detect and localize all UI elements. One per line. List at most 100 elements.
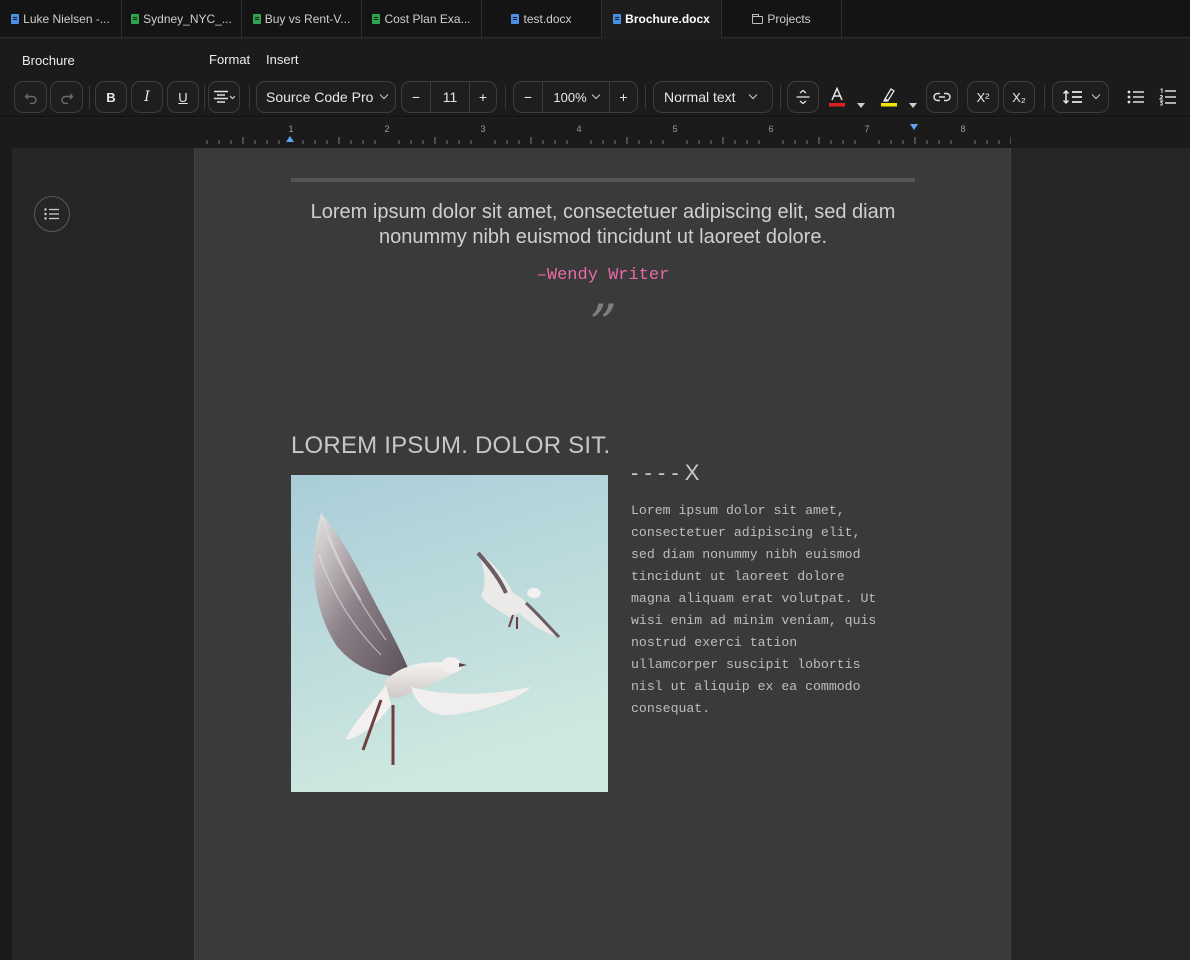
- tab-label: Luke Nielsen -...: [23, 12, 110, 26]
- line-spacing-icon: [1062, 89, 1082, 105]
- italic-button[interactable]: I: [131, 81, 163, 113]
- spreadsheet-icon: [372, 14, 381, 24]
- left-indent-marker[interactable]: [286, 136, 294, 142]
- tab-projects[interactable]: Projects: [722, 0, 842, 38]
- paragraph-style-select[interactable]: Normal text: [653, 81, 773, 113]
- bulleted-list-icon: [1127, 90, 1144, 104]
- horizontal-rule: [291, 178, 915, 182]
- right-indent-marker[interactable]: [910, 124, 918, 130]
- redo-icon: [60, 93, 73, 104]
- strikethrough-button[interactable]: [787, 81, 819, 113]
- menu-format[interactable]: Format: [209, 52, 250, 67]
- menu-bar: Brochure Format Insert: [0, 39, 1190, 77]
- ruler-number: 2: [384, 124, 389, 134]
- numbered-list-button[interactable]: [1153, 81, 1183, 113]
- superscript-button[interactable]: X²: [967, 81, 999, 113]
- bulleted-list-button[interactable]: [1121, 81, 1151, 113]
- zoom-out-button[interactable]: −: [514, 82, 542, 112]
- pull-quote[interactable]: Lorem ipsum dolor sit amet, consectetuer…: [291, 200, 915, 250]
- text-color-button[interactable]: [824, 81, 850, 113]
- toolbar-divider: [204, 85, 205, 109]
- document-title[interactable]: Brochure: [22, 53, 75, 68]
- toolbar-divider: [780, 85, 781, 109]
- line-spacing-select[interactable]: [1052, 81, 1109, 113]
- tab-label: Projects: [767, 12, 811, 26]
- tab-label: Cost Plan Exa...: [384, 12, 471, 26]
- ruler-number: 5: [672, 124, 677, 134]
- font-family-value: Source Code Pro: [266, 89, 374, 105]
- toolbar-divider: [505, 85, 506, 109]
- caret-down-icon: [909, 103, 917, 108]
- highlight-color-dropdown[interactable]: [909, 95, 917, 113]
- tab-test-docx[interactable]: test.docx: [482, 0, 602, 38]
- undo-icon: [24, 93, 37, 104]
- section-heading[interactable]: LOREM IPSUM. DOLOR SIT.: [291, 432, 610, 460]
- insert-link-button[interactable]: [926, 81, 958, 113]
- font-size-increase-button[interactable]: +: [470, 82, 496, 112]
- zoom-stepper: − 100% +: [513, 81, 638, 113]
- ruler-number: 7: [864, 124, 869, 134]
- font-family-select[interactable]: Source Code Pro: [256, 81, 396, 113]
- seagulls-image: [291, 475, 608, 792]
- highlighter-icon: [881, 88, 897, 107]
- toolbar-divider: [89, 85, 90, 109]
- zoom-value: 100%: [553, 89, 587, 105]
- tab-cost-plan[interactable]: Cost Plan Exa...: [362, 0, 482, 38]
- tab-luke-nielsen[interactable]: Luke Nielsen -...: [0, 0, 122, 38]
- closing-quote-mark-icon: ”: [589, 293, 617, 356]
- quote-attribution[interactable]: –Wendy Writer: [291, 266, 915, 285]
- toolbar-divider: [249, 85, 250, 109]
- text-color-dropdown[interactable]: [857, 95, 865, 113]
- outline-list-icon: [44, 208, 59, 220]
- section-body-text[interactable]: Lorem ipsum dolor sit amet, consectetuer…: [631, 500, 931, 720]
- tab-label: Buy vs Rent-V...: [264, 12, 351, 26]
- canvas-left-edge: [0, 148, 12, 960]
- font-size-input[interactable]: 11: [430, 82, 470, 112]
- ruler-number: 3: [480, 124, 485, 134]
- align-center-icon: [214, 90, 235, 103]
- menu-insert[interactable]: Insert: [266, 52, 299, 67]
- tab-strip: Luke Nielsen -... Sydney_NYC_... Buy vs …: [0, 0, 1190, 38]
- highlight-color-button[interactable]: [876, 81, 902, 113]
- numbered-list-icon: [1159, 88, 1176, 106]
- strikethrough-icon: [796, 89, 810, 105]
- folder-icon: [752, 14, 764, 24]
- ruler-number: 8: [960, 124, 965, 134]
- underline-button[interactable]: U: [167, 81, 199, 113]
- ruler-number: 1: [288, 124, 293, 134]
- document-outline-button[interactable]: [34, 196, 70, 232]
- spreadsheet-icon: [252, 14, 261, 24]
- document-icon: [511, 14, 520, 24]
- document-icon: [613, 14, 622, 24]
- document-page[interactable]: Lorem ipsum dolor sit amet, consectetuer…: [194, 148, 1011, 960]
- tab-label: Sydney_NYC_...: [143, 12, 232, 26]
- tab-buy-vs-rent[interactable]: Buy vs Rent-V...: [242, 0, 362, 38]
- spreadsheet-icon: [131, 14, 140, 24]
- ruler-number: 4: [576, 124, 581, 134]
- caret-down-icon: [857, 103, 865, 108]
- tab-brochure-docx[interactable]: Brochure.docx: [602, 0, 722, 38]
- tab-label: test.docx: [523, 12, 572, 26]
- toolbar-divider: [645, 85, 646, 109]
- ruler-scale: 1 2 3 4 5 6 7 8: [206, 124, 1011, 144]
- chevron-down-icon: [380, 90, 389, 100]
- bold-button[interactable]: B: [95, 81, 127, 113]
- toolbar-divider: [1044, 85, 1045, 109]
- subscript-button[interactable]: X₂: [1003, 81, 1035, 113]
- chevron-down-icon: [748, 90, 757, 100]
- document-icon: [11, 14, 20, 24]
- undo-button[interactable]: [14, 81, 47, 113]
- font-size-decrease-button[interactable]: −: [402, 82, 430, 112]
- tab-label: Brochure.docx: [625, 12, 710, 26]
- formatting-toolbar: B I U Source Code Pro − 11 + − 100% + No…: [0, 77, 1190, 117]
- seagulls-photo[interactable]: [291, 475, 608, 792]
- tab-sydney-nyc[interactable]: Sydney_NYC_...: [122, 0, 242, 38]
- ruler-number: 6: [768, 124, 773, 134]
- section-subheading[interactable]: - - - - X: [631, 460, 699, 486]
- link-icon: [933, 92, 951, 102]
- text-color-icon: [829, 87, 845, 107]
- zoom-select[interactable]: 100%: [542, 82, 610, 112]
- zoom-in-button[interactable]: +: [610, 82, 637, 112]
- redo-button[interactable]: [50, 81, 83, 113]
- align-center-button[interactable]: [208, 81, 240, 113]
